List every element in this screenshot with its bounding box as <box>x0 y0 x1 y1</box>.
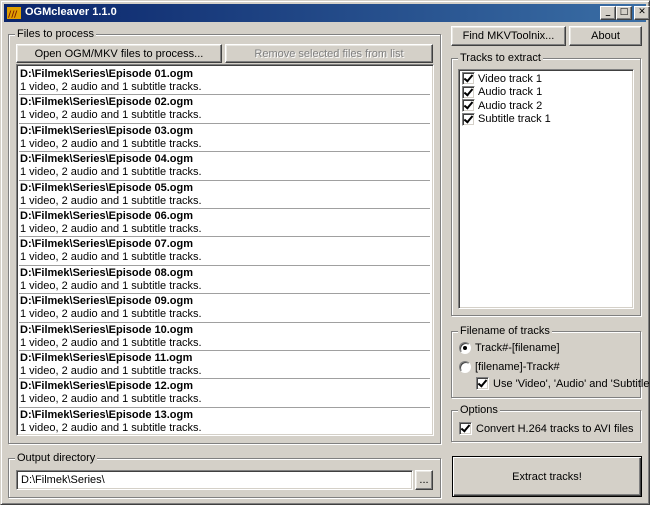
open-files-button[interactable]: Open OGM/MKV files to process... <box>16 44 222 63</box>
main-window: // / OGMcleaver 1.1.0 _ □ ✕ Files to pro… <box>0 0 650 505</box>
file-list-item[interactable]: D:\Filmek\Series\Episode 12.ogm 1 video, … <box>19 379 430 408</box>
file-track-info: 1 video, 2 audio and 1 subtitle tracks. <box>20 336 202 349</box>
tracks-group-legend: Tracks to extract <box>458 51 543 65</box>
window-title: OGMcleaver 1.1.0 <box>25 6 117 18</box>
find-mkvtoolnix-label: Find MKVToolnix... <box>462 30 555 42</box>
file-list-item[interactable]: D:\Filmek\Series\Episode 04.ogm 1 video, … <box>19 152 430 181</box>
remove-files-label: Remove selected files from list <box>254 47 404 60</box>
filename-option-track-first[interactable]: Track#-[filename] <box>459 342 560 354</box>
minimize-icon: _ <box>605 7 611 17</box>
extract-tracks-label: Extract tracks! <box>512 470 582 483</box>
file-list-item[interactable]: D:\Filmek\Series\Episode 03.ogm 1 video, … <box>19 124 430 153</box>
file-list-item[interactable]: D:\Filmek\Series\Episode 06.ogm 1 video, … <box>19 209 430 238</box>
file-track-info: 1 video, 2 audio and 1 subtitle tracks. <box>20 109 202 122</box>
track-checkbox[interactable] <box>462 112 475 126</box>
file-list-item[interactable]: D:\Filmek\Series\Episode 11.ogm 1 video, … <box>19 351 430 380</box>
file-track-info: 1 video, 2 audio and 1 subtitle tracks. <box>20 421 202 434</box>
track-label: Video track 1 <box>478 72 543 85</box>
file-track-info: 1 video, 2 audio and 1 subtitle tracks. <box>20 222 202 235</box>
track-label: Audio track 1 <box>478 86 543 99</box>
track-label: Audio track 2 <box>478 99 543 112</box>
use-names-label: Use 'Video', 'Audio' and 'Subtitle' <box>493 377 650 390</box>
file-list-item[interactable]: D:\Filmek\Series\Episode 01.ogm 1 video, … <box>19 67 430 96</box>
output-group-legend: Output directory <box>15 451 98 465</box>
file-list-item[interactable]: D:\Filmek\Series\Episode 09.ogm 1 video, … <box>19 294 430 323</box>
file-list-item[interactable]: D:\Filmek\Series\Episode 07.ogm 1 video, … <box>19 237 430 266</box>
file-name: D:\Filmek\Series\Episode 09.ogm <box>20 295 194 308</box>
file-track-info: 1 video, 2 audio and 1 subtitle tracks. <box>20 364 202 377</box>
maximize-icon: □ <box>619 7 629 17</box>
track-checkbox[interactable] <box>462 72 475 86</box>
file-list-item[interactable]: D:\Filmek\Series\Episode 02.ogm 1 video, … <box>19 95 430 124</box>
open-files-label: Open OGM/MKV files to process... <box>34 47 204 60</box>
app-icon: // / <box>7 7 21 20</box>
filename-first-label: [filename]-Track# <box>475 361 560 373</box>
track-label: Subtitle track 1 <box>478 113 551 126</box>
file-track-info: 1 video, 2 audio and 1 subtitle tracks. <box>20 137 202 150</box>
file-name: D:\Filmek\Series\Episode 06.ogm <box>20 209 194 222</box>
file-name: D:\Filmek\Series\Episode 08.ogm <box>20 266 194 279</box>
file-name: D:\Filmek\Series\Episode 03.ogm <box>20 124 194 137</box>
track-first-radio[interactable] <box>459 342 471 354</box>
track-checkbox[interactable] <box>462 99 475 113</box>
minimize-button[interactable]: _ <box>600 6 616 20</box>
find-mkvtoolnix-button[interactable]: Find MKVToolnix... <box>451 26 566 46</box>
file-list-item[interactable]: D:\Filmek\Series\Episode 10.ogm 1 video, … <box>19 323 430 351</box>
browse-button[interactable]: ... <box>415 470 433 490</box>
file-name: D:\Filmek\Series\Episode 01.ogm <box>20 68 194 80</box>
track-item[interactable]: Video track 1 <box>462 72 630 86</box>
track-item[interactable]: Audio track 2 <box>462 99 630 113</box>
file-name: D:\Filmek\Series\Episode 11.ogm <box>20 351 193 364</box>
filename-first-radio[interactable] <box>459 361 471 373</box>
file-list-item[interactable]: D:\Filmek\Series\Episode 05.ogm 1 video, … <box>19 181 430 209</box>
use-names-option[interactable]: Use 'Video', 'Audio' and 'Subtitle' <box>476 377 650 390</box>
browse-label: ... <box>419 474 429 486</box>
close-icon: ✕ <box>638 7 646 17</box>
use-names-checkbox[interactable] <box>476 377 489 390</box>
extract-tracks-button[interactable]: Extract tracks! <box>452 456 642 497</box>
file-track-info: 1 video, 2 audio and 1 subtitle tracks. <box>20 279 202 292</box>
filename-group-legend: Filename of tracks <box>458 324 552 338</box>
file-track-info: 1 video, 2 audio and 1 subtitle tracks. <box>20 194 202 207</box>
about-label: About <box>591 30 620 42</box>
files-group-legend: Files to process <box>15 27 97 41</box>
convert-h264-label: Convert H.264 tracks to AVI files <box>476 422 634 435</box>
title-bar[interactable]: // / OGMcleaver 1.1.0 _ □ ✕ <box>4 4 650 22</box>
track-item[interactable]: Audio track 1 <box>462 85 630 100</box>
file-list-item[interactable]: D:\Filmek\Series\Episode 13.ogm 1 video, … <box>19 408 430 435</box>
track-item[interactable]: Subtitle track 1 <box>462 112 630 127</box>
track-first-label: Track#-[filename] <box>475 342 560 354</box>
file-track-info: 1 video, 2 audio and 1 subtitle tracks. <box>20 393 202 406</box>
file-name: D:\Filmek\Series\Episode 07.ogm <box>20 238 194 251</box>
file-track-info: 1 video, 2 audio and 1 subtitle tracks. <box>20 81 202 93</box>
file-name: D:\Filmek\Series\Episode 05.ogm <box>20 181 194 194</box>
output-directory-input[interactable]: D:\Filmek\Series\ <box>16 470 413 490</box>
file-track-info: 1 video, 2 audio and 1 subtitle tracks. <box>20 166 202 179</box>
file-list[interactable]: D:\Filmek\Series\Episode 01.ogm 1 video, … <box>16 64 434 436</box>
file-track-info: 1 video, 2 audio and 1 subtitle tracks. <box>20 308 202 321</box>
maximize-button[interactable]: □ <box>616 6 632 20</box>
filename-option-filename-first[interactable]: [filename]-Track# <box>459 361 560 373</box>
file-name: D:\Filmek\Series\Episode 04.ogm <box>20 153 194 166</box>
tracks-list[interactable]: Video track 1 Audio track 1 Audio track 2S… <box>458 69 634 309</box>
track-checkbox[interactable] <box>462 85 475 99</box>
convert-h264-option[interactable]: Convert H.264 tracks to AVI files <box>459 422 634 435</box>
file-name: D:\Filmek\Series\Episode 12.ogm <box>20 380 194 393</box>
convert-h264-checkbox[interactable] <box>459 422 472 435</box>
remove-files-button[interactable]: Remove selected files from list <box>225 44 433 63</box>
file-name: D:\Filmek\Series\Episode 02.ogm <box>20 96 194 109</box>
file-name: D:\Filmek\Series\Episode 10.ogm <box>20 323 194 336</box>
file-name: D:\Filmek\Series\Episode 13.ogm <box>20 408 194 421</box>
options-group-legend: Options <box>458 403 500 417</box>
close-button[interactable]: ✕ <box>634 6 650 20</box>
about-button[interactable]: About <box>569 26 642 46</box>
file-track-info: 1 video, 2 audio and 1 subtitle tracks. <box>20 251 202 264</box>
file-list-item[interactable]: D:\Filmek\Series\Episode 08.ogm 1 video, … <box>19 266 430 295</box>
